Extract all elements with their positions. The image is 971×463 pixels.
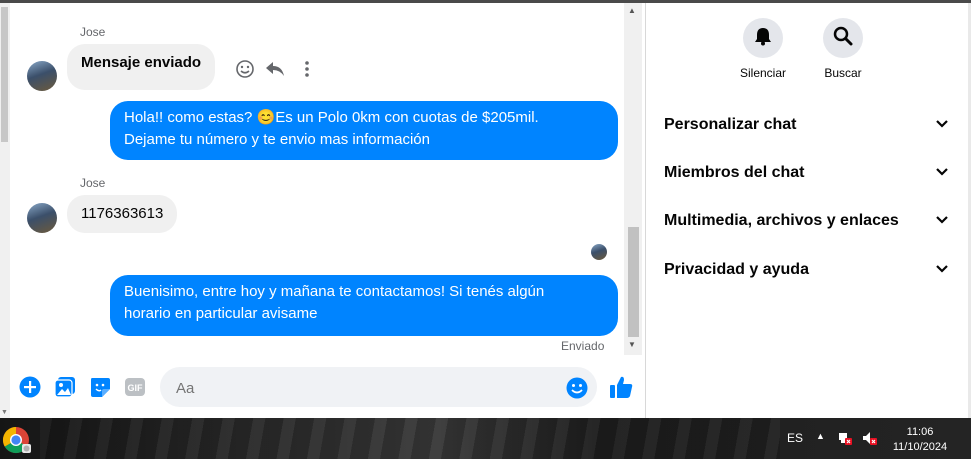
reply-icon[interactable] xyxy=(264,58,286,80)
message-text-line: Buenisimo, entre hoy y mañana te contact… xyxy=(124,283,545,300)
tray-expand-icon[interactable]: ▲ xyxy=(816,431,825,441)
clock-time: 11:06 xyxy=(906,426,934,438)
chat-scrollbar[interactable]: ▲ ▼ xyxy=(624,3,642,355)
bell-icon xyxy=(753,26,773,51)
seen-avatar xyxy=(591,244,607,260)
sender-name: Jose xyxy=(80,25,106,39)
message-bubble-incoming[interactable]: Mensaje enviado xyxy=(67,44,216,90)
search-action[interactable]: Buscar xyxy=(803,18,883,80)
mute-action[interactable]: Silenciar xyxy=(723,18,803,80)
clock-date: 11/10/2024 xyxy=(892,441,948,453)
scroll-down-arrow-icon[interactable]: ▼ xyxy=(628,340,636,349)
plus-icon[interactable] xyxy=(18,375,42,399)
scroll-up-arrow-icon[interactable]: ▲ xyxy=(628,6,636,15)
left-scrollbar-thumb[interactable] xyxy=(1,7,8,142)
search-button[interactable] xyxy=(823,18,863,58)
message-text: Mensaje enviado xyxy=(81,54,202,71)
chevron-down-icon xyxy=(935,116,949,134)
start-button[interactable] xyxy=(0,422,36,458)
delivery-status: Enviado xyxy=(561,339,605,353)
section-label: Miembros del chat xyxy=(664,164,805,181)
section-media-files-links[interactable]: Multimedia, archivos y enlaces xyxy=(664,209,949,233)
language-indicator[interactable]: ES xyxy=(787,431,803,445)
gif-icon[interactable]: GIF xyxy=(123,375,147,399)
emoji-icon[interactable] xyxy=(565,376,589,400)
message-input-container[interactable] xyxy=(160,367,597,409)
chevron-down-icon xyxy=(935,164,949,182)
message-text: 1176363613 xyxy=(81,205,164,222)
section-chat-members[interactable]: Miembros del chat xyxy=(664,161,949,185)
message-text-line: horario en particular avisame xyxy=(124,305,318,322)
chrome-icon xyxy=(0,426,36,462)
section-label: Privacidad y ayuda xyxy=(664,261,809,278)
avatar[interactable] xyxy=(27,203,57,233)
scroll-down-arrow-icon[interactable]: ▼ xyxy=(1,409,8,416)
chevron-down-icon xyxy=(935,212,949,230)
mute-label: Silenciar xyxy=(739,66,787,80)
system-clock[interactable]: 11:06 11/10/2024 xyxy=(880,425,960,455)
search-icon xyxy=(833,26,853,51)
volume-icon[interactable] xyxy=(861,430,877,446)
sticker-icon[interactable] xyxy=(88,375,112,399)
network-icon[interactable] xyxy=(837,430,853,446)
chevron-down-icon xyxy=(935,261,949,279)
message-bubble-incoming[interactable]: 1176363613 xyxy=(67,195,178,233)
chat-scrollbar-thumb[interactable] xyxy=(628,227,639,337)
mute-button[interactable] xyxy=(743,18,783,58)
photo-icon[interactable] xyxy=(53,375,77,399)
composer: GIF xyxy=(10,362,642,412)
section-label: Multimedia, archivos y enlaces xyxy=(664,212,899,229)
taskbar: ES ▲ 11:06 11/10/2024 xyxy=(0,418,971,459)
message-list: Jose Mensaje enviado Hola!! como estas? … xyxy=(10,3,624,418)
message-bubble-outgoing[interactable]: Buenisimo, entre hoy y mañana te contact… xyxy=(110,275,618,336)
message-text-line: Hola!! como estas? 😊Es un Polo 0km con c… xyxy=(124,109,539,126)
section-label: Personalizar chat xyxy=(664,116,797,133)
section-privacy-support[interactable]: Privacidad y ayuda xyxy=(664,258,949,282)
react-icon[interactable] xyxy=(234,58,256,80)
section-customize-chat[interactable]: Personalizar chat xyxy=(664,113,949,137)
avatar[interactable] xyxy=(27,61,57,91)
message-bubble-outgoing[interactable]: Hola!! como estas? 😊Es un Polo 0km con c… xyxy=(110,101,618,160)
taskbar-wallpaper xyxy=(40,418,780,459)
like-icon[interactable] xyxy=(607,373,635,401)
left-scrollbar[interactable]: ▼ xyxy=(0,3,10,418)
message-input[interactable] xyxy=(174,367,558,409)
message-text-line: Dejame tu número y te envio mas informac… xyxy=(124,131,430,148)
search-label: Buscar xyxy=(824,66,862,80)
more-options-icon[interactable] xyxy=(298,58,316,80)
chat-info-sidebar: Silenciar Buscar Personalizar chat Miemb… xyxy=(646,3,971,418)
sender-name: Jose xyxy=(80,176,106,190)
svg-text:GIF: GIF xyxy=(128,383,144,393)
